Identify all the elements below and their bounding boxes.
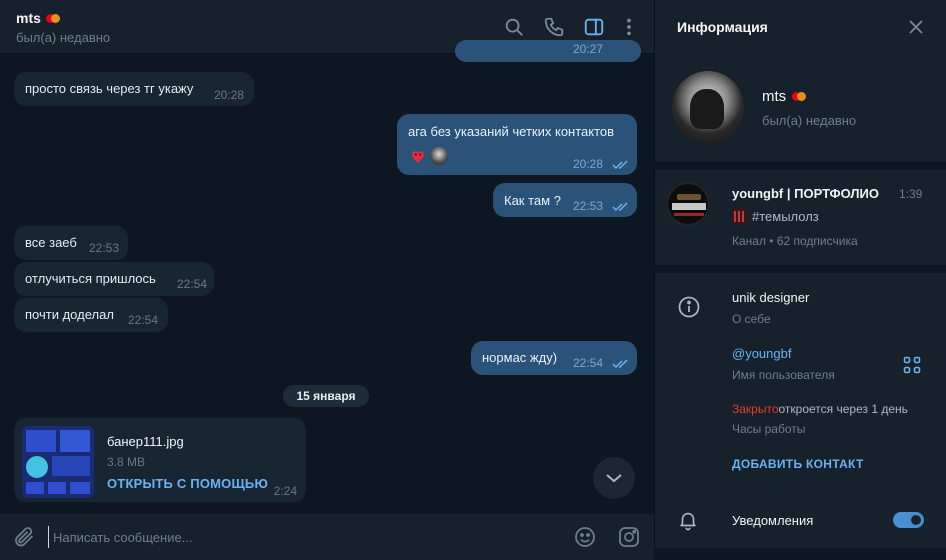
section-divider <box>655 548 946 560</box>
channel-tag: #темылолз <box>752 209 819 224</box>
date-separator: 15 января <box>283 385 369 407</box>
message-text: Как там ? <box>504 193 561 208</box>
username-label: Имя пользователя <box>732 368 835 382</box>
channel-name[interactable]: youngbf | ПОРТФОЛИО <box>732 186 879 201</box>
hours-opens: откроется через 1 день <box>778 402 908 416</box>
profile-name: mts <box>762 88 807 105</box>
section-divider <box>655 490 946 492</box>
message-time: 20:28 <box>214 88 245 102</box>
chat-title[interactable]: mts <box>16 10 60 26</box>
mastercard-icon <box>45 13 60 23</box>
close-icon[interactable] <box>907 18 925 36</box>
message-time: 2:24 <box>273 484 297 498</box>
section-divider <box>655 162 946 170</box>
info-icon <box>677 295 701 319</box>
message-time: 22:53 <box>573 199 604 213</box>
bell-icon <box>677 509 699 531</box>
section-divider <box>655 265 946 273</box>
file-thumbnail[interactable] <box>22 426 94 498</box>
profile-name-text: mts <box>762 88 787 105</box>
emoji-icon[interactable] <box>573 525 597 549</box>
camera-icon[interactable] <box>617 525 641 549</box>
channel-subtitle: Канал • 62 подписчика <box>732 234 858 248</box>
info-title: Информация <box>677 19 768 35</box>
search-icon[interactable] <box>503 16 525 38</box>
message-list[interactable]: 20:27 просто связь через тг укажу 20:28 … <box>0 40 654 514</box>
message-time: 22:54 <box>573 356 604 370</box>
channel-avatar[interactable] <box>667 183 709 225</box>
message-text: просто связь через тг укажу <box>25 81 194 96</box>
message-text: почти доделал <box>25 307 114 322</box>
heart-reaction[interactable] <box>408 147 428 165</box>
message-bubble-partial[interactable]: 20:27 <box>455 40 641 62</box>
message-time: 20:28 <box>573 157 604 171</box>
avatar-reaction[interactable] <box>430 147 448 165</box>
more-vertical-icon[interactable] <box>618 16 640 38</box>
message-bubble[interactable]: почти доделал 22:54 <box>14 298 168 332</box>
message-bubble[interactable]: нормас жду) 22:54 <box>471 341 637 375</box>
scroll-down-button[interactable] <box>593 457 635 499</box>
channel-time: 1:39 <box>899 187 923 201</box>
mastercard-icon <box>792 92 807 101</box>
chevron-down-icon <box>606 474 622 483</box>
message-bubble[interactable]: ага без указаний четких контактов 20:28 <box>397 114 637 175</box>
profile-status: был(а) недавно <box>762 113 857 128</box>
message-time: 22:54 <box>128 313 159 327</box>
message-bubble[interactable]: просто связь через тг укажу 20:28 <box>14 72 254 106</box>
notifications-toggle[interactable] <box>893 512 924 528</box>
message-time-partial: 20:27 <box>573 42 604 56</box>
message-bubble[interactable]: Как там ? 22:53 <box>493 183 637 217</box>
phone-icon[interactable] <box>543 16 565 38</box>
business-hours[interactable]: Закрытооткроется через 1 день <box>732 402 908 416</box>
file-name: банер111.jpg <box>107 434 184 449</box>
username-link[interactable]: @youngbf <box>732 346 791 361</box>
read-check-icon <box>612 160 630 170</box>
message-bubble[interactable]: отлучиться пришлось 22:54 <box>14 262 214 296</box>
sidebar-toggle-icon[interactable] <box>583 16 605 38</box>
add-contact-button[interactable]: ДОБАВИТЬ КОНТАКТ <box>732 457 864 471</box>
chat-status: был(а) недавно <box>16 30 111 45</box>
attach-icon[interactable] <box>12 525 36 549</box>
file-size: 3.8 MB <box>107 455 146 469</box>
chat-title-text: mts <box>16 10 41 26</box>
file-message[interactable]: банер111.jpg 3.8 MB ОТКРЫТЬ С ПОМОЩЬЮ 2:… <box>14 418 306 502</box>
read-check-icon <box>612 202 630 212</box>
message-time: 22:54 <box>177 277 208 291</box>
qr-code-icon[interactable] <box>903 356 921 374</box>
message-bubble[interactable]: все заеб 22:53 <box>14 226 128 260</box>
hours-closed: Закрыто <box>732 402 779 416</box>
bio-label: О себе <box>732 312 771 326</box>
composer <box>0 514 654 560</box>
channel-tag-icon <box>732 209 747 224</box>
hours-label: Часы работы <box>732 422 806 436</box>
message-text: отлучиться пришлось <box>25 271 156 286</box>
open-with-button[interactable]: ОТКРЫТЬ С ПОМОЩЬЮ <box>107 476 268 491</box>
profile-avatar[interactable] <box>672 71 744 143</box>
message-time: 22:53 <box>89 241 120 255</box>
message-input[interactable] <box>48 526 548 548</box>
message-text: нормас жду) <box>482 350 558 365</box>
notifications-label: Уведомления <box>732 513 814 528</box>
chat-pane: mts был(а) недавно 20:27 просто связь че… <box>0 0 654 560</box>
message-text: ага без указаний четких контактов <box>408 124 615 139</box>
read-check-icon <box>612 359 630 369</box>
bio-value: unik designer <box>732 290 810 305</box>
info-panel: Информация mts был(а) недавно youngbf | … <box>655 0 946 560</box>
message-text: все заеб <box>25 235 77 250</box>
